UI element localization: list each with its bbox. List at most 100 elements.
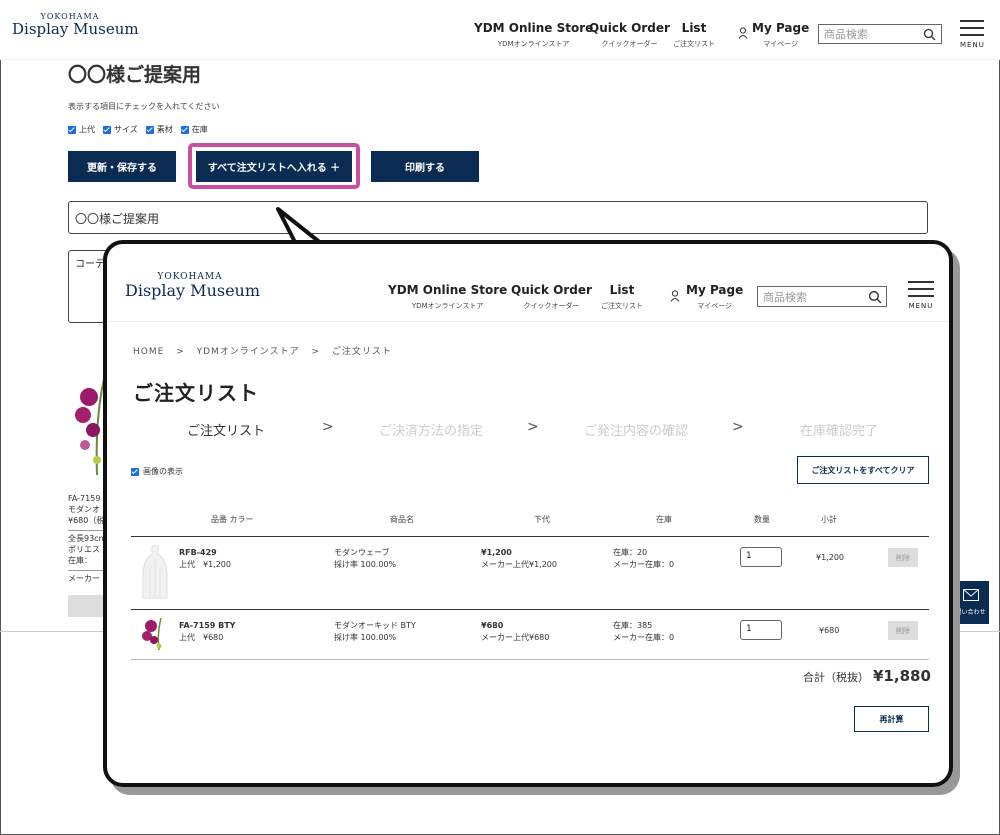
search-placeholder: 商品検索 <box>824 28 868 41</box>
nav-online-store[interactable]: YDM Online Store YDMオンラインストア <box>474 21 593 49</box>
product-rate: 採け率 100.00% <box>334 633 397 642</box>
row-product-code: FA-7159 BTY 上代 ¥680 <box>179 620 235 644</box>
search-icon[interactable] <box>923 28 936 41</box>
checkbox-checked[interactable] <box>68 125 76 134</box>
nav-sublabel: クイックオーダー <box>523 302 580 310</box>
clear-order-list-button[interactable]: ご注文リストをすべてクリア <box>797 456 929 484</box>
product-line: メーカー <box>68 570 107 584</box>
option-stock[interactable]: 在庫 <box>180 124 208 135</box>
nav-label: YDM Online Store <box>388 283 508 297</box>
option-label: サイズ <box>114 125 138 134</box>
row-stock: 在庫：20 メーカー在庫：0 <box>613 547 674 571</box>
row-product-name: モダンウェーブ 採け率 100.00% <box>334 547 396 571</box>
nav-online-store[interactable]: YDM Online Store YDMオンラインストア <box>388 283 507 311</box>
column-header: 下代 <box>534 515 550 524</box>
table-row <box>141 544 169 604</box>
nav-list[interactable]: List ご注文リスト <box>601 283 643 311</box>
checkbox-checked[interactable] <box>103 125 111 134</box>
menu-button[interactable]: MENU <box>908 281 934 310</box>
nav-my-page[interactable]: My Page マイページ <box>670 283 743 311</box>
nav-label: List <box>609 283 635 297</box>
row-price: ¥680 メーカー上代¥680 <box>481 620 549 644</box>
option-size[interactable]: サイズ <box>103 124 138 135</box>
product-code[interactable]: RFB-429 <box>179 547 231 559</box>
user-icon <box>738 27 748 39</box>
recalculate-button[interactable]: 再計算 <box>854 706 929 732</box>
total-label: 合計（税抜） <box>803 671 869 684</box>
row-subtotal: ¥680 <box>819 626 840 635</box>
table-rule <box>131 609 929 610</box>
row-stock: 在庫：385 メーカー在庫：0 <box>613 620 674 644</box>
print-button[interactable]: 印刷する <box>371 151 479 182</box>
row-price: ¥1,200 メーカー上代¥1,200 <box>481 547 557 571</box>
search-icon[interactable] <box>868 290 882 304</box>
nav-quick-order[interactable]: Quick Order クイックオーダー <box>589 21 670 49</box>
search-input[interactable]: 商品検索 <box>818 24 942 44</box>
maker-price: メーカー上代¥1,200 <box>481 560 557 569</box>
product-line: FA-7159 <box>68 494 101 503</box>
product-name[interactable]: モダンオーキッド BTY <box>334 620 416 632</box>
delete-button[interactable]: 削除 <box>888 621 918 640</box>
contact-button[interactable]: 問い合わせ <box>952 581 989 624</box>
show-images-toggle[interactable]: 画像の表示 <box>131 466 183 477</box>
option-retail-price[interactable]: 上代 <box>68 124 95 135</box>
nav-list[interactable]: List ご注文リスト <box>673 21 715 49</box>
nav-label: Quick Order <box>589 21 670 35</box>
site-header: YOKOHAMA Display Museum YDM Online Store… <box>0 0 1000 60</box>
column-header: 在庫 <box>656 515 672 524</box>
checkbox-checked[interactable] <box>131 467 139 476</box>
product-name[interactable]: モダンウェーブ <box>334 547 396 559</box>
proposal-title: 〇〇様ご提案用 <box>68 64 202 86</box>
stock-count: 在庫：385 <box>613 621 653 630</box>
page-title: ご注文リスト <box>133 381 259 405</box>
breadcrumb-home[interactable]: HOME <box>133 347 164 357</box>
breadcrumb-online-store[interactable]: YDMオンラインストア <box>197 347 300 357</box>
site-logo[interactable]: YOKOHAMA Display Museum <box>125 272 260 300</box>
site-logo[interactable]: YOKOHAMA Display Museum <box>12 12 139 38</box>
retail-price: 上代 ¥1,200 <box>179 560 231 569</box>
product-line: ¥680（税 <box>68 516 105 525</box>
quantity-input[interactable]: 1 <box>740 620 782 640</box>
display-options: 上代 サイズ 素材 在庫 <box>68 124 208 135</box>
delete-button[interactable]: 削除 <box>888 548 918 567</box>
maker-price: メーカー上代¥680 <box>481 633 550 642</box>
column-header: 商品名 <box>390 515 414 524</box>
menu-button[interactable]: MENU <box>960 20 984 49</box>
background-product-info: FA-7159 モダンオ ¥680（税 全長93cm ポリエス 在庫： メーカー <box>68 493 107 584</box>
menu-label: MENU <box>960 41 985 49</box>
retail-price: 上代 ¥680 <box>179 633 224 642</box>
nav-label: My Page <box>752 21 810 35</box>
option-label: 在庫 <box>191 125 208 134</box>
table-row <box>139 616 167 656</box>
breadcrumb-separator: > <box>176 347 185 357</box>
option-material[interactable]: 素材 <box>145 124 173 135</box>
user-icon <box>670 290 680 302</box>
product-line: 全長93cm <box>68 530 107 544</box>
step-confirm-order: ご発注内容の確認 <box>584 424 689 439</box>
nav-my-page[interactable]: My Page マイページ <box>738 21 809 49</box>
wholesale-price: ¥680 <box>481 621 504 630</box>
cart-site-header: YOKOHAMA Display Museum YDM Online Store… <box>107 244 949 322</box>
nav-label: Quick Order <box>511 283 592 297</box>
search-input[interactable]: 商品検索 <box>757 286 887 307</box>
step-separator: > <box>322 419 334 435</box>
step-order-list: ご注文リスト <box>187 424 266 439</box>
table-rule <box>131 536 929 537</box>
checkbox-checked[interactable] <box>180 125 189 134</box>
contact-label: 問い合わせ <box>955 609 986 616</box>
wholesale-price: ¥1,200 <box>481 548 512 557</box>
proposal-name-input[interactable]: 〇〇様ご提案用 <box>68 201 928 234</box>
show-images-label: 画像の表示 <box>143 467 183 476</box>
quantity-input[interactable]: 1 <box>740 547 782 567</box>
nav-sublabel: マイページ <box>697 302 733 310</box>
option-label: 素材 <box>156 125 173 134</box>
maker-stock: メーカー在庫：0 <box>613 560 675 569</box>
nav-quick-order[interactable]: Quick Order クイックオーダー <box>511 283 592 311</box>
background-gray-button[interactable] <box>68 595 108 617</box>
checkbox-checked[interactable] <box>145 125 154 134</box>
product-code[interactable]: FA-7159 BTY <box>179 620 235 632</box>
update-save-button[interactable]: 更新・保存する <box>68 151 176 182</box>
nav-sublabel: YDMオンラインストア <box>497 40 570 48</box>
logo-main-text: Display Museum <box>12 20 139 38</box>
nav-sublabel: ご注文リスト <box>601 302 643 310</box>
